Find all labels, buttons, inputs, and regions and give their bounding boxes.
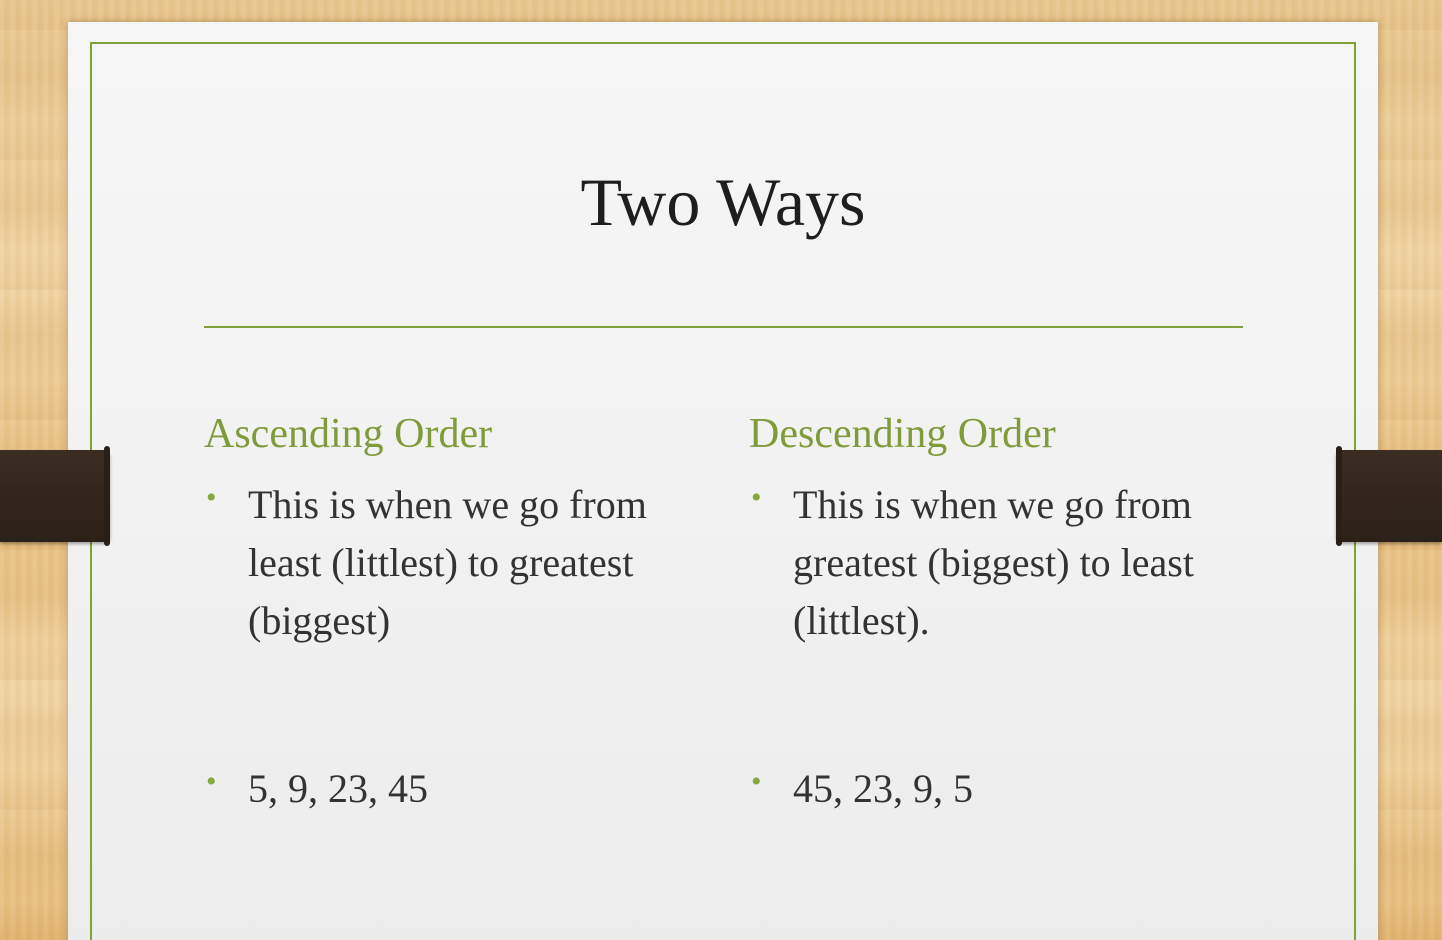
bullet-text: This is when we go from least (littlest)… — [248, 482, 647, 644]
bullet-icon: • — [751, 481, 762, 515]
left-clip — [0, 446, 110, 546]
ascending-heading: Ascending Order — [204, 411, 493, 457]
bullet-icon: • — [206, 481, 217, 515]
right-clip — [1336, 446, 1442, 546]
descending-example-bullet: • 45, 23, 9, 5 — [749, 760, 1253, 818]
bullet-icon: • — [751, 765, 762, 798]
ascending-definition-bullet: • This is when we go from least (littles… — [204, 476, 664, 650]
slide-title: Two Ways — [580, 164, 866, 240]
descending-heading: Descending Order — [749, 411, 1056, 457]
ascending-example-bullet: • 5, 9, 23, 45 — [204, 760, 708, 818]
descending-definition-bullet: • This is when we go from greatest (bigg… — [749, 476, 1209, 650]
ascending-column: Ascending Order • This is when we go fro… — [204, 410, 664, 811]
bullet-icon: • — [206, 765, 217, 798]
title-divider — [204, 326, 1243, 328]
bullet-text: This is when we go from greatest (bigges… — [793, 482, 1194, 644]
descending-column: Descending Order • This is when we go fr… — [749, 410, 1209, 811]
bullet-text: 45, 23, 9, 5 — [793, 766, 973, 811]
bullet-text: 5, 9, 23, 45 — [248, 766, 428, 811]
